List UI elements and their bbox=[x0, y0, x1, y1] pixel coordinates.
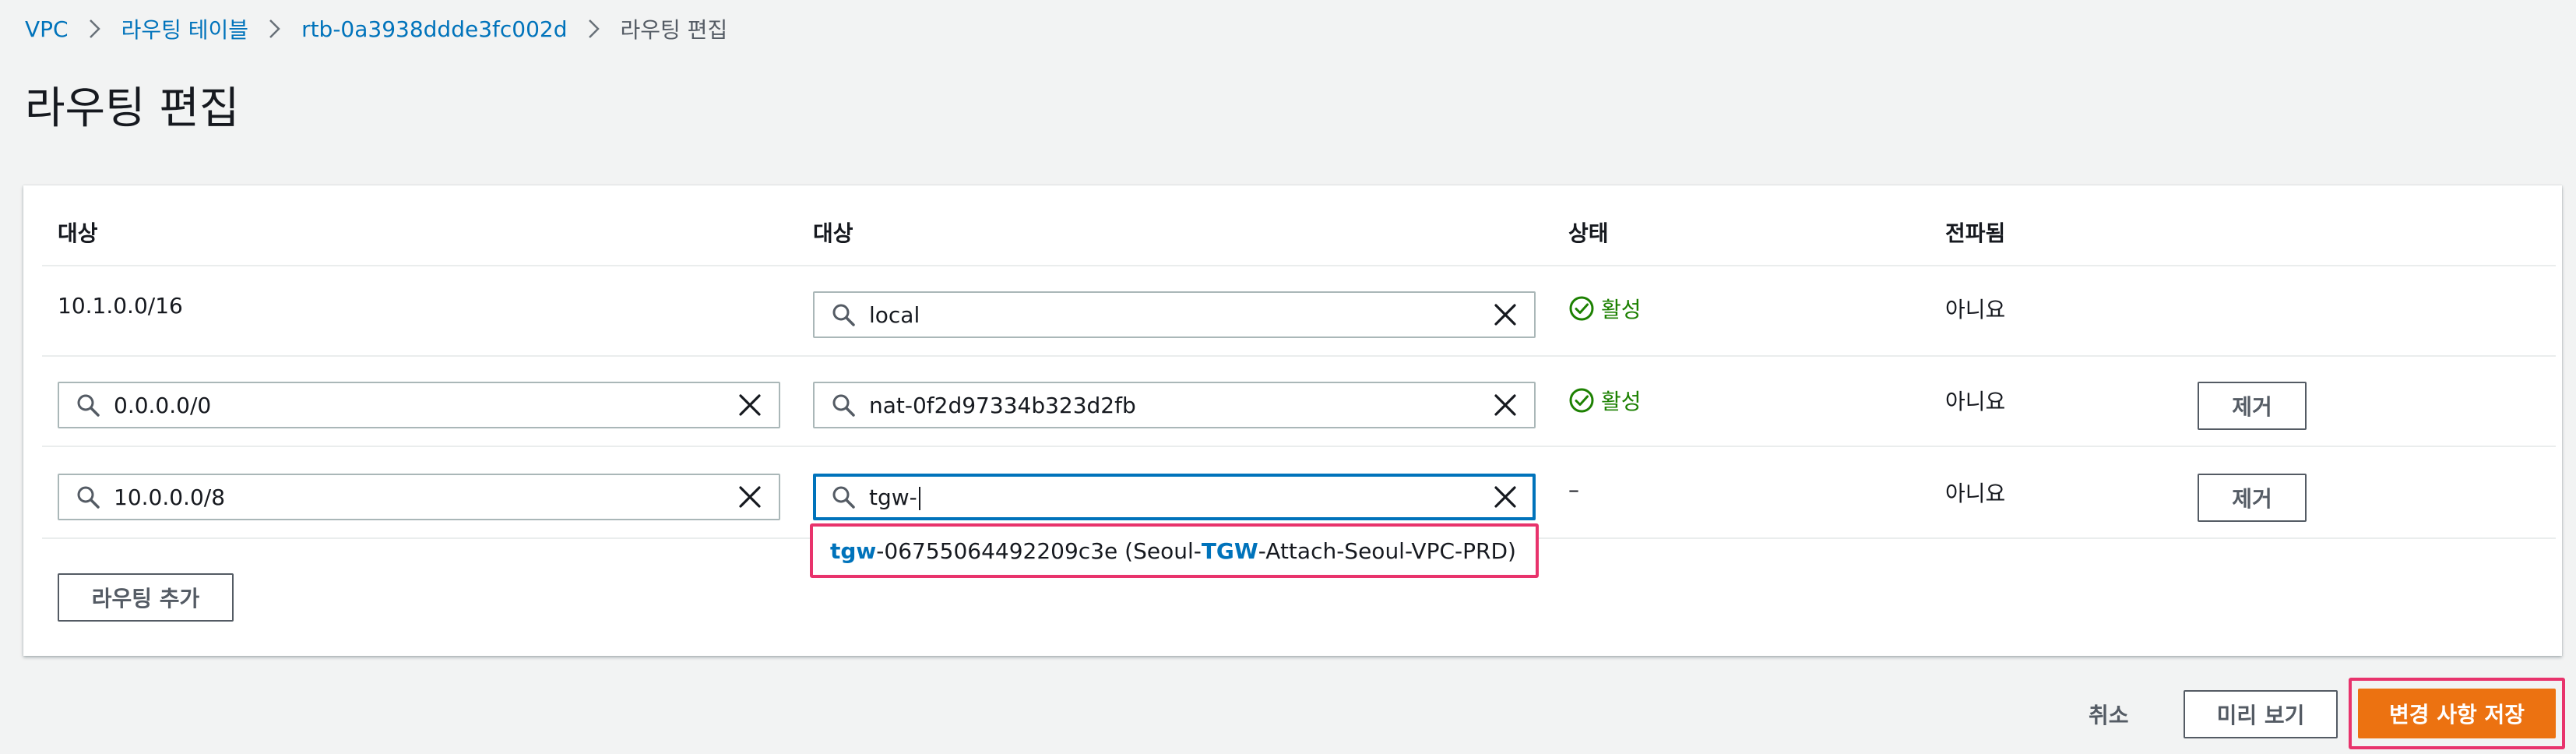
check-circle-icon bbox=[1569, 296, 1594, 321]
remove-route-button[interactable]: 제거 bbox=[2198, 474, 2307, 522]
search-icon bbox=[832, 304, 855, 326]
clear-icon[interactable] bbox=[1492, 301, 1519, 328]
search-icon bbox=[77, 486, 100, 509]
add-route-button[interactable]: 라우팅 추가 bbox=[58, 573, 234, 622]
status-text: 활성 bbox=[1601, 297, 1642, 322]
clear-icon[interactable] bbox=[737, 392, 763, 418]
cancel-button[interactable]: 취소 bbox=[2089, 690, 2145, 738]
clear-icon[interactable] bbox=[737, 484, 763, 510]
save-changes-button[interactable]: 변경 사항 저장 bbox=[2358, 689, 2556, 738]
target-input[interactable]: local bbox=[869, 302, 1492, 328]
clear-icon[interactable] bbox=[1492, 392, 1519, 418]
column-header-destination: 대상 bbox=[58, 220, 98, 246]
suggestion-name-rest: -Attach-Seoul-VPC-PRD) bbox=[1258, 537, 1516, 564]
target-input-value: tgw- bbox=[869, 484, 917, 510]
propagated-text: 아니요 bbox=[1945, 297, 2006, 322]
column-header-status: 상태 bbox=[1568, 220, 1609, 246]
text-caret bbox=[918, 486, 920, 510]
breadcrumb-current: 라우팅 편집 bbox=[620, 17, 728, 43]
preview-button[interactable]: 미리 보기 bbox=[2184, 690, 2338, 738]
status-badge: 활성 bbox=[1568, 293, 1642, 324]
propagated-text: 아니요 bbox=[1945, 389, 2006, 414]
breadcrumb-route-table-id[interactable]: rtb-0a3938ddde3fc002d bbox=[301, 16, 567, 42]
target-field[interactable]: nat-0f2d97334b323d2fb bbox=[813, 382, 1536, 428]
search-icon bbox=[832, 394, 855, 417]
target-field[interactable]: local bbox=[813, 291, 1536, 338]
row-divider bbox=[42, 446, 2556, 447]
target-field-focused[interactable]: tgw- bbox=[813, 474, 1536, 520]
route-destination-text: 10.1.0.0/16 bbox=[58, 293, 183, 319]
chevron-right-icon bbox=[588, 19, 600, 39]
search-icon bbox=[832, 486, 855, 509]
suggestion-match-prefix: tgw bbox=[830, 537, 877, 564]
status-badge: 활성 bbox=[1568, 385, 1642, 416]
breadcrumb: VPC 라우팅 테이블 rtb-0a3938ddde3fc002d 라우팅 편집 bbox=[25, 11, 727, 47]
status-text: – bbox=[1568, 477, 1579, 502]
destination-field[interactable]: 0.0.0.0/0 bbox=[58, 382, 780, 428]
page-title: 라우팅 편집 bbox=[25, 83, 240, 134]
destination-input[interactable]: 10.0.0.0/8 bbox=[114, 484, 737, 510]
row-divider bbox=[42, 265, 2556, 266]
status-text: 활성 bbox=[1601, 389, 1642, 414]
suggestion-match-name: TGW bbox=[1201, 537, 1258, 564]
target-suggestion-option[interactable]: tgw -06755064492209c3e (Seoul- TGW -Attach-… bbox=[810, 523, 1539, 578]
propagated-text: 아니요 bbox=[1945, 481, 2006, 506]
row-divider bbox=[42, 355, 2556, 357]
chevron-right-icon bbox=[269, 19, 281, 39]
column-header-target: 대상 bbox=[813, 220, 853, 246]
destination-input[interactable]: 0.0.0.0/0 bbox=[114, 393, 737, 418]
search-icon bbox=[77, 394, 100, 417]
column-header-propagated: 전파됨 bbox=[1945, 220, 2006, 246]
chevron-right-icon bbox=[89, 19, 101, 39]
suggestion-id-rest: -06755064492209c3e (Seoul- bbox=[876, 537, 1202, 564]
destination-field[interactable]: 10.0.0.0/8 bbox=[58, 474, 780, 520]
check-circle-icon bbox=[1569, 388, 1594, 413]
clear-icon[interactable] bbox=[1492, 484, 1519, 510]
save-button-highlight: 변경 사항 저장 bbox=[2349, 678, 2565, 749]
breadcrumb-route-tables[interactable]: 라우팅 테이블 bbox=[121, 13, 248, 44]
remove-route-button[interactable]: 제거 bbox=[2198, 382, 2307, 430]
target-input[interactable]: nat-0f2d97334b323d2fb bbox=[869, 393, 1492, 418]
breadcrumb-vpc[interactable]: VPC bbox=[25, 16, 69, 42]
target-input[interactable]: tgw- bbox=[869, 484, 1492, 510]
